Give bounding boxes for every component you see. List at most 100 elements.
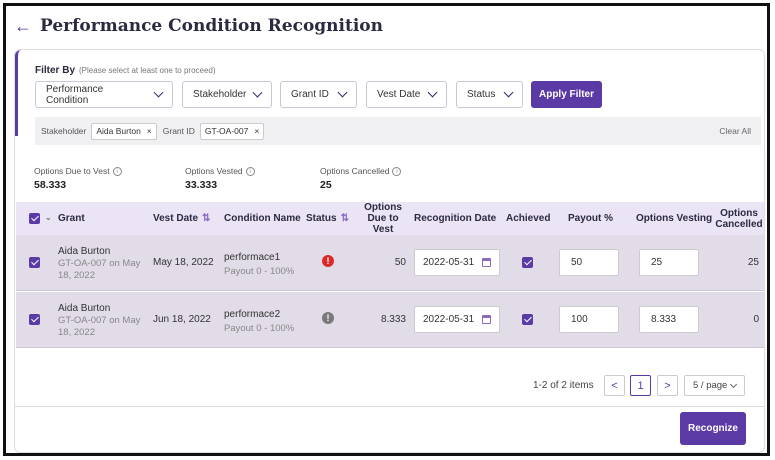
calendar-icon[interactable] [482, 258, 491, 267]
page-size-select[interactable]: 5 / page [684, 375, 745, 396]
chip-key-stakeholder: Stakeholder [41, 126, 87, 136]
pagination-summary: 1-2 of 2 items [533, 380, 594, 391]
clear-all-link[interactable]: Clear All [719, 126, 751, 136]
payout-input[interactable]: 50 [559, 249, 619, 276]
chevron-down-icon [503, 87, 514, 98]
chevron-down-icon [729, 380, 738, 388]
filter-panel: Filter By (Please select at least one to … [15, 50, 765, 145]
grant-sub: GT-OA-007 on May 18, 2022 [58, 315, 141, 338]
top-bar: ← Performance Condition Recognition [6, 6, 767, 46]
payout-input[interactable]: 100 [559, 306, 619, 333]
condition-cell: performace1 Payout 0 - 100% [224, 251, 294, 279]
dropdown-grant-id[interactable]: Grant ID [280, 81, 357, 108]
options-cancelled: 25 [747, 257, 759, 268]
dropdown-label: Performance Condition [46, 83, 104, 106]
date-value: 2022-05-31 [423, 257, 475, 268]
achieved-checkbox[interactable] [522, 314, 533, 325]
summary-vested: Options Vested i 33.333 [185, 166, 255, 191]
chip-key-grant-id: Grant ID [162, 126, 195, 136]
header-label: Status [306, 213, 337, 224]
close-icon[interactable]: × [147, 126, 152, 136]
summary-value: 58.333 [34, 179, 67, 192]
table-row[interactable]: Aida Burton GT-OA-007 on May 18, 2022 May… [16, 235, 764, 291]
grant-cell: Aida Burton GT-OA-007 on May 18, 2022 [58, 246, 148, 282]
recognition-date-input[interactable]: 2022-05-31 [414, 249, 500, 276]
grant-cell: Aida Burton GT-OA-007 on May 18, 2022 [58, 303, 148, 339]
options-vesting-input[interactable]: 25 [639, 249, 699, 276]
sort-icon[interactable]: ⇅ [341, 213, 349, 224]
app-window: ← Performance Condition Recognition Filt… [3, 3, 770, 456]
chip-value: Aida Burton [96, 126, 141, 136]
header-recognition-date: Recognition Date [414, 213, 497, 224]
options-vesting-input[interactable]: 8.333 [639, 306, 699, 333]
header-label: Vest Date [153, 213, 199, 224]
chevron-down-icon [337, 87, 348, 98]
dropdown-label: Status [467, 89, 496, 100]
info-icon[interactable]: i [112, 167, 122, 177]
page-title: Performance Condition Recognition [40, 16, 384, 36]
header-achieved: Achieved [506, 213, 551, 224]
vest-date: Jun 18, 2022 [153, 314, 211, 325]
summary-label: Options Due to Vest [34, 166, 110, 176]
header-payout: Payout % [568, 213, 614, 224]
chevron-down-icon[interactable]: ⌄ [45, 213, 52, 222]
condition-name: performace2 [224, 309, 281, 320]
filter-chip-stakeholder: Aida Burton × [91, 122, 157, 140]
recognition-date-input[interactable]: 2022-05-31 [414, 306, 500, 333]
summary-value: 33.333 [185, 179, 218, 192]
page-size-value: 5 / page [693, 380, 728, 391]
apply-filter-button[interactable]: Apply Filter [531, 81, 602, 108]
header-status[interactable]: Status ⇅ [306, 202, 349, 235]
grant-sub: GT-OA-007 on May 18, 2022 [58, 258, 141, 281]
summary-due: Options Due to Vest i 58.333 [34, 166, 122, 191]
vest-date: May 18, 2022 [153, 257, 214, 268]
header-options-vesting: Options Vesting [636, 213, 713, 224]
payout-range: Payout 0 - 100% [224, 323, 295, 334]
info-icon[interactable]: i [245, 167, 255, 177]
summary-value: 25 [320, 179, 332, 192]
calendar-icon[interactable] [482, 315, 491, 324]
filter-heading: Filter By (Please select at least one to … [35, 65, 216, 76]
filter-chip-grant-id: GT-OA-007 × [199, 122, 265, 140]
chevron-down-icon [252, 87, 263, 98]
header-grant: Grant [58, 213, 85, 224]
main-card: Filter By (Please select at least one to … [14, 49, 765, 453]
summary-cancelled: Options Cancelled i 25 [320, 166, 402, 192]
dropdown-label: Vest Date [377, 89, 421, 100]
dropdown-label: Stakeholder [193, 89, 247, 100]
header-options-cancelled: Options Cancelled [715, 207, 763, 230]
table-header: ⌄ Grant Vest Date ⇅ Condition Name Status… [16, 202, 764, 235]
achieved-checkbox[interactable] [522, 257, 533, 268]
filter-label: Filter By [35, 65, 76, 76]
sort-icon[interactable]: ⇅ [202, 213, 210, 224]
dropdown-stakeholder[interactable]: Stakeholder [182, 81, 272, 108]
summary-label: Options Vested [185, 166, 243, 176]
header-condition-name: Condition Name [224, 213, 301, 224]
close-icon[interactable]: × [254, 126, 259, 136]
stakeholder-name: Aida Burton [58, 303, 111, 314]
status-info-icon[interactable]: ! [322, 312, 334, 324]
active-filters-bar: Stakeholder Aida Burton × Grant ID GT-OA-… [35, 117, 761, 145]
dropdown-vest-date[interactable]: Vest Date [366, 81, 447, 108]
page-1-button[interactable]: 1 [630, 375, 651, 396]
filter-hint: (Please select at least one to proceed) [79, 66, 216, 75]
date-value: 2022-05-31 [423, 314, 475, 325]
next-page-button[interactable]: > [657, 375, 678, 396]
summary-label: Options Cancelled [320, 166, 390, 176]
info-icon[interactable]: i [392, 167, 402, 177]
select-all-checkbox[interactable] [29, 213, 40, 224]
header-options-due: Options Due to Vest [364, 202, 402, 235]
recognize-button[interactable]: Recognize [680, 412, 746, 445]
row-checkbox[interactable] [29, 314, 40, 325]
options-cancelled: 0 [753, 314, 759, 325]
row-checkbox[interactable] [29, 257, 40, 268]
dropdown-performance-condition[interactable]: Performance Condition [35, 81, 173, 108]
table-row[interactable]: Aida Burton GT-OA-007 on May 18, 2022 Jun… [16, 292, 764, 348]
prev-page-button[interactable]: < [604, 375, 625, 396]
payout-range: Payout 0 - 100% [224, 266, 295, 277]
status-error-icon[interactable]: ! [322, 255, 334, 267]
back-arrow-icon[interactable]: ← [14, 17, 32, 35]
dropdown-status[interactable]: Status [456, 81, 523, 108]
header-vest-date[interactable]: Vest Date ⇅ [153, 202, 210, 235]
condition-name: performace1 [224, 252, 281, 263]
